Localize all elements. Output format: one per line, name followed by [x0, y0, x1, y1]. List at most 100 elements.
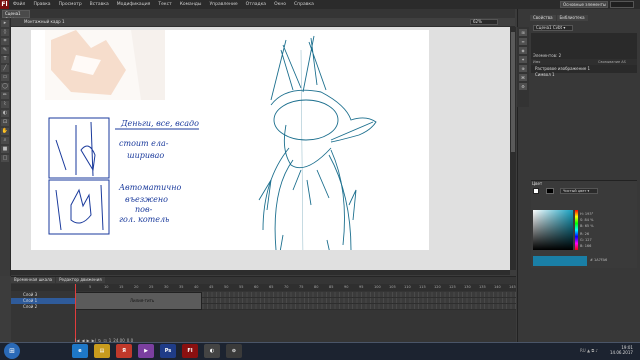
swatches-panel-icon[interactable]: ◈ [519, 47, 527, 54]
yandex-icon[interactable]: Я [116, 344, 132, 358]
horizontal-scrollbar[interactable] [11, 270, 510, 275]
frame-number: 125 [449, 285, 456, 289]
settings-panel-icon[interactable]: ⚙ [519, 83, 527, 90]
media-player-icon[interactable]: ▶ [138, 344, 154, 358]
photoshop-icon[interactable]: Ps [160, 344, 176, 358]
brightness-value[interactable]: B: 65 % [580, 224, 594, 228]
tab-timeline[interactable]: Временная шкала [11, 277, 56, 283]
components-panel-icon[interactable]: ⊕ [519, 65, 527, 72]
frame-number: 135 [479, 285, 486, 289]
rectangle-tool-icon[interactable]: ▭ [1, 74, 9, 81]
fill-color-swatch[interactable] [546, 188, 554, 194]
menu-bar: Fl Файл Правка Просмотр Вставка Модифика… [0, 0, 640, 9]
menu-text[interactable]: Текст [154, 2, 175, 7]
transform-panel-icon[interactable]: ✦ [519, 56, 527, 63]
reference-image [45, 30, 165, 100]
frame-number: 75 [299, 285, 304, 289]
edit-bar [10, 18, 515, 27]
timeline-tabs: Временная шкала Редактор движения [11, 277, 106, 283]
library-header-linkage[interactable]: Связывание AS [598, 59, 626, 65]
document-tab[interactable]: Сцена1 Cvbt [2, 10, 30, 22]
align-panel-icon[interactable]: ⊞ [519, 29, 527, 36]
stage-canvas[interactable]: Деньги, все, всадо стоит ела- ширивао Ав… [31, 30, 429, 261]
menu-commands[interactable]: Команды [176, 2, 206, 7]
flash-icon[interactable]: Fl [182, 344, 198, 358]
pencil-tool-icon[interactable]: ✏ [1, 92, 9, 99]
pen-tool-icon[interactable]: ✎ [1, 47, 9, 54]
stroke-color-swatch[interactable]: ■ [1, 146, 9, 153]
zoom-tool-icon[interactable]: ⌕ [1, 137, 9, 144]
menu-debug[interactable]: Отладка [242, 2, 270, 7]
selection-tool-icon[interactable]: ▸ [1, 20, 9, 27]
fill-color-swatch[interactable]: □ [1, 155, 9, 162]
library-item[interactable]: Символ 1 [535, 72, 555, 77]
tab-properties[interactable]: Свойства [530, 15, 556, 21]
misc-icon[interactable]: ◐ [204, 344, 220, 358]
tools-panel: ▸ ◊ ⌗ ✎ T ╱ ▭ ◯ ✏ ⌇ ◐ ⊡ ✋ ⌕ ■ □ [0, 18, 11, 276]
frame-number: 90 [344, 285, 349, 289]
tab-library[interactable]: Библиотека [556, 15, 588, 21]
frame-number: 130 [464, 285, 471, 289]
menu-control[interactable]: Управление [205, 2, 241, 7]
library-document-select[interactable]: Сцена1 Cvbt ▾ [533, 25, 573, 31]
menu-help[interactable]: Справка [290, 2, 318, 7]
menu-window[interactable]: Окно [270, 2, 290, 7]
menu-file[interactable]: Файл [9, 2, 29, 7]
line-tool-icon[interactable]: ╱ [1, 65, 9, 72]
actions-panel-icon[interactable]: ⌘ [519, 74, 527, 81]
frame-number: 20 [134, 285, 139, 289]
saturation-value[interactable]: S: 84 % [580, 218, 593, 222]
subselection-tool-icon[interactable]: ◊ [1, 29, 9, 36]
info-panel-icon[interactable]: ≡ [519, 38, 527, 45]
blue-value[interactable]: B: 166 [580, 244, 591, 248]
frame-number: 15 [119, 285, 124, 289]
hue-slider[interactable] [575, 210, 578, 250]
paint-bucket-tool-icon[interactable]: ◐ [1, 110, 9, 117]
red-value[interactable]: R: 26 [580, 232, 589, 236]
frame-number: 115 [419, 285, 426, 289]
frame-number: 120 [434, 285, 441, 289]
hex-value[interactable]: # 1A7FA6 [590, 258, 607, 262]
explorer-icon[interactable]: ▤ [94, 344, 110, 358]
library-item[interactable]: Растровое изображение 1 [535, 66, 590, 71]
scrollbar-thumb[interactable] [511, 32, 515, 152]
scene-label[interactable]: Монтажный кадр 1 [24, 19, 65, 24]
hand-tool-icon[interactable]: ✋ [1, 128, 9, 135]
text-tool-icon[interactable]: T [1, 56, 9, 63]
clock[interactable]: 19:01 14.06.2017 [610, 345, 633, 355]
ie-icon[interactable]: e [72, 344, 88, 358]
eraser-tool-icon[interactable]: ⊡ [1, 119, 9, 126]
chrome-icon[interactable]: ⊙ [226, 344, 242, 358]
menu-view[interactable]: Просмотр [55, 2, 86, 7]
oval-tool-icon[interactable]: ◯ [1, 83, 9, 90]
system-tray[interactable]: RU ▲ ⧉ ♪ [580, 348, 598, 353]
green-value[interactable]: G: 127 [580, 238, 592, 242]
frame-number: 105 [389, 285, 396, 289]
menu-insert[interactable]: Вставка [86, 2, 113, 7]
brush-tool-icon[interactable]: ⌇ [1, 101, 9, 108]
free-transform-tool-icon[interactable]: ⌗ [1, 38, 9, 45]
search-input[interactable] [610, 1, 634, 8]
frame-number: 40 [194, 285, 199, 289]
menu-modify[interactable]: Модификация [113, 2, 155, 7]
library-count: Элементов: 2 [533, 53, 562, 58]
hue-value[interactable]: H: 193° [580, 212, 593, 216]
start-button[interactable]: ⊞ [4, 343, 20, 359]
layer-row[interactable]: Слой 2 [11, 304, 75, 310]
note-line: въезжено [125, 195, 168, 204]
tab-color[interactable]: Цвет [532, 181, 542, 186]
storyboard-panels [48, 117, 110, 235]
stroke-color-swatch[interactable] [533, 188, 539, 194]
workspace-selector[interactable]: Основные элементы ▾ [560, 1, 608, 12]
playhead[interactable] [75, 284, 76, 342]
frame-number: 25 [149, 285, 154, 289]
color-picker-field[interactable] [533, 210, 573, 250]
panel-icon-strip: ⊞ ≡ ◈ ✦ ⊕ ⌘ ⚙ [517, 27, 529, 107]
tab-motion-editor[interactable]: Редактор движения [56, 277, 105, 283]
frame-number: 65 [269, 285, 274, 289]
color-type-select[interactable]: Чистый цвет ▾ [560, 188, 598, 194]
note-line: ширивао [127, 151, 164, 160]
menu-edit[interactable]: Правка [29, 2, 54, 7]
zoom-select[interactable]: 62% [470, 19, 498, 25]
note-line: гол. котель [119, 215, 169, 224]
